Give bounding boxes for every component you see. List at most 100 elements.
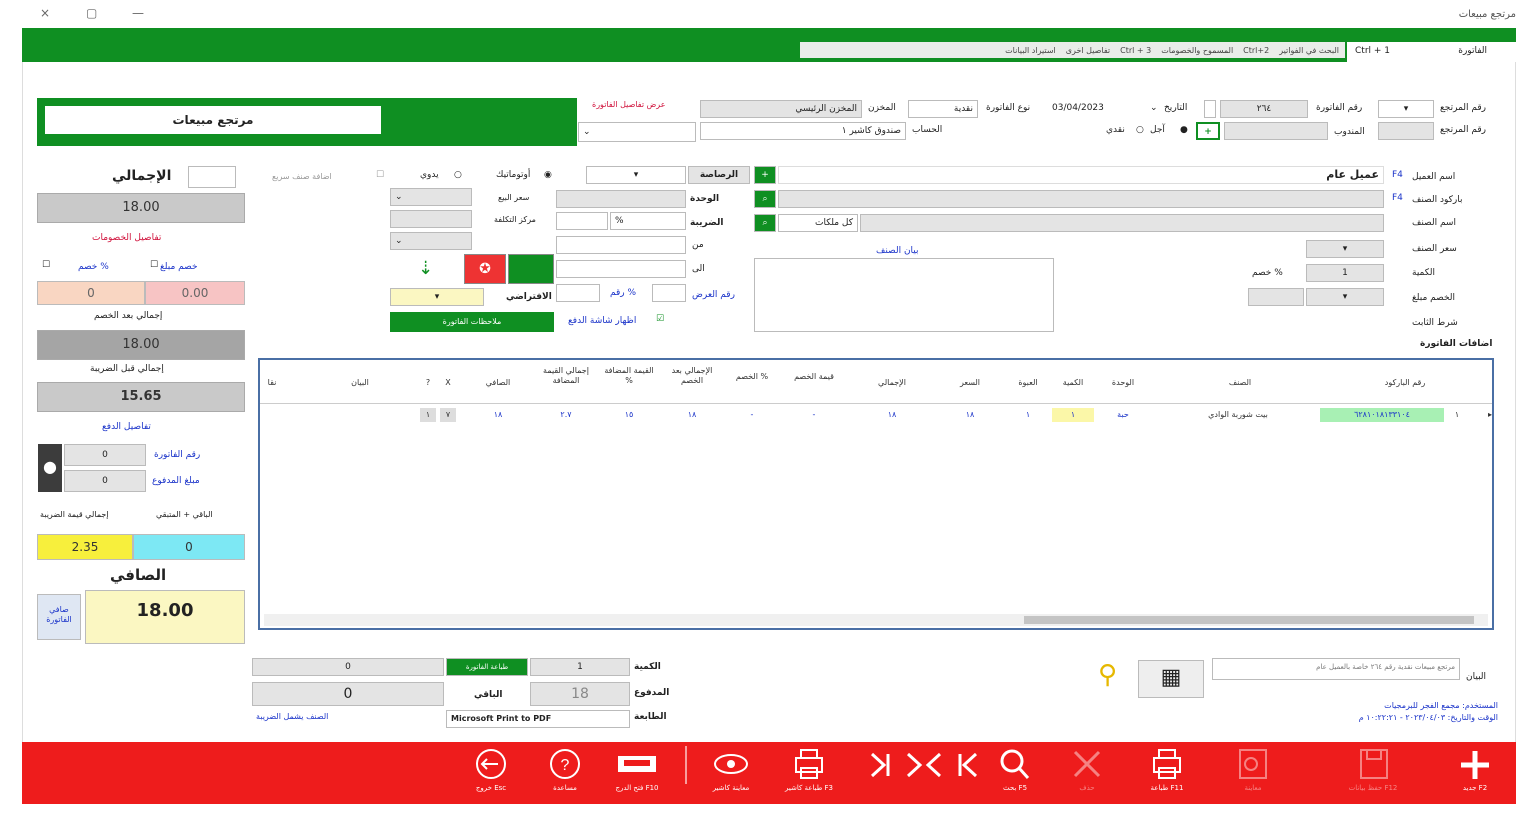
paid-no-field[interactable]: 0: [64, 444, 146, 466]
col-desc[interactable]: البيان: [310, 378, 410, 388]
items-grid[interactable]: رقم الباركود الصنف الوحدة الكمية العبوة …: [258, 358, 1494, 630]
tax-details-link[interactable]: الصنف يشمل الضريبة: [256, 712, 328, 721]
printer-select[interactable]: Microsoft Print to PDF: [446, 710, 630, 728]
cell-disc-value[interactable]: -: [784, 408, 844, 422]
paperclip-icon[interactable]: ⚲: [1098, 660, 1117, 690]
remain-field[interactable]: 0: [252, 682, 444, 706]
col-total[interactable]: الإجمالي: [852, 378, 932, 388]
search-button[interactable]: بحث F5: [980, 746, 1050, 800]
col-pack[interactable]: العبوة: [1008, 378, 1048, 388]
cell-disc-pct[interactable]: -: [726, 408, 778, 422]
cell-qty[interactable]: ١: [1052, 408, 1094, 422]
show-payment-checkbox[interactable]: ☑: [656, 314, 664, 324]
cell-net[interactable]: ١٨: [466, 408, 530, 422]
cell-pack[interactable]: ١: [1008, 408, 1048, 422]
invoice-details-link[interactable]: عرض تفاصيل الفاتورة: [592, 100, 665, 109]
cell-after-disc[interactable]: ١٨: [662, 408, 722, 422]
sale-price-field[interactable]: [556, 190, 686, 208]
discount-pct-entry-field[interactable]: [1248, 288, 1304, 306]
tax-combo[interactable]: كل ملكات: [778, 214, 858, 232]
paid-field[interactable]: 18: [530, 682, 630, 706]
col-after-disc[interactable]: الإجمالي بعد الخصم: [662, 366, 722, 386]
banner-select[interactable]: ⌄: [578, 122, 696, 142]
cashier-preview-button[interactable]: معاينة كاشير: [696, 746, 766, 800]
cell-total[interactable]: ١٨: [852, 408, 932, 422]
client-f-key[interactable]: F4: [1392, 170, 1403, 180]
grid-scroll-thumb[interactable]: [1024, 616, 1474, 624]
menu-item-shortcut-3[interactable]: Ctrl + 3: [1120, 46, 1151, 55]
first-button[interactable]: [948, 746, 988, 800]
help-button[interactable]: ? مساعدة: [530, 746, 600, 800]
third-select[interactable]: ⌄: [390, 232, 472, 250]
menu-item-shortcut-2[interactable]: Ctrl+2: [1243, 46, 1269, 55]
prev-button[interactable]: [896, 746, 930, 800]
exit-button[interactable]: خروج Esc: [456, 746, 526, 800]
cell-info-icon[interactable]: ١: [420, 408, 436, 422]
preview-button[interactable]: معاينة: [1218, 746, 1288, 800]
cell-item[interactable]: بيت شوربة الوادي: [1160, 408, 1316, 422]
print-cashier-button[interactable]: طباعة كاشير F3: [774, 746, 844, 800]
date-checkbox[interactable]: [1204, 100, 1216, 118]
col-unit[interactable]: الوحدة: [1098, 378, 1148, 388]
col-item[interactable]: الصنف: [1160, 378, 1320, 388]
add-line-button[interactable]: [508, 254, 554, 284]
paid-amount-field[interactable]: 0: [64, 470, 146, 492]
new-button[interactable]: جديد F2: [1440, 746, 1510, 800]
add-item-checkbox[interactable]: ☐: [376, 170, 384, 180]
tax-pct-field[interactable]: %: [610, 212, 686, 230]
col-net[interactable]: الصافي: [466, 378, 530, 388]
to-field[interactable]: [556, 260, 686, 278]
discount-amount-field[interactable]: 0.00: [145, 281, 245, 305]
barcode-f-key[interactable]: F4: [1392, 193, 1403, 203]
open-drawer-button[interactable]: فتح الدرج F10: [602, 746, 672, 800]
item-name-field[interactable]: [860, 214, 1384, 232]
print-invoice-button[interactable]: طباعة الفاتورة: [446, 658, 528, 676]
item-desc-link[interactable]: بيان الصنف: [876, 246, 919, 256]
grid-scrollbar[interactable]: [264, 614, 1488, 626]
arrow-down-icon[interactable]: ⇣: [418, 258, 433, 279]
col-x[interactable]: X: [440, 378, 456, 388]
sale-price-select[interactable]: ⌄: [390, 188, 472, 206]
auto-radio[interactable]: ◉: [544, 170, 552, 180]
discount-amount-checkbox[interactable]: ☐: [150, 260, 158, 270]
delete-button[interactable]: حذف: [1052, 746, 1122, 800]
menu-item-other-details[interactable]: تفاصيل اخرى: [1066, 46, 1110, 55]
col-qty[interactable]: الكمية: [1052, 378, 1094, 388]
credit-radio[interactable]: ●: [1180, 125, 1188, 135]
barcode-search-icon[interactable]: ⌕: [754, 190, 776, 208]
invoice-no-field[interactable]: ٢٦٤: [1220, 100, 1308, 118]
manual-radio[interactable]: ○: [454, 170, 462, 180]
bottom-qty-left-field[interactable]: 0: [252, 658, 444, 676]
tab-invoice[interactable]: Ctrl + 1 الفاتورة: [1347, 42, 1517, 62]
col-disc-value[interactable]: قيمة الخصم: [784, 372, 844, 382]
col-q[interactable]: ?: [420, 378, 436, 388]
col-price[interactable]: السعر: [940, 378, 1000, 388]
total-small-field[interactable]: [188, 166, 236, 188]
minimize-icon[interactable]: —: [132, 6, 144, 20]
col-disc-pct[interactable]: الخصم %: [726, 372, 778, 382]
table-row[interactable]: ▸ ١ ٦٢٨١٠١٨١٣٣١٠٤ بيت شوربة الوادي حبة ١…: [260, 406, 1492, 424]
sale-center-select[interactable]: [390, 210, 472, 228]
client-name-field[interactable]: عميل عام: [778, 166, 1384, 184]
discount-pct-field[interactable]: 0: [37, 281, 145, 305]
cell-price[interactable]: ١٨: [940, 408, 1000, 422]
cell-vat-pct[interactable]: ١٥: [600, 408, 658, 422]
col-vat-pct[interactable]: القيمة المضافة %: [600, 366, 658, 386]
store-select[interactable]: المخزن الرئيسي: [700, 100, 862, 118]
qty-field[interactable]: 1: [1306, 264, 1384, 282]
client-add-button[interactable]: +: [754, 166, 776, 184]
unit-select[interactable]: ▾: [586, 166, 686, 184]
print-button[interactable]: طباعة F11: [1132, 746, 1202, 800]
tax-value-field[interactable]: [556, 212, 608, 230]
save-button[interactable]: حفظ بيانات F12: [1328, 746, 1418, 800]
col-vat-total[interactable]: إجمالي القيمة المضافة: [536, 366, 596, 386]
notes-field[interactable]: مرتجع مبيعات نقدية رقم ٢٦٤ خاصة بالعميل …: [1212, 658, 1460, 680]
pay-toggle-button[interactable]: ●: [38, 444, 62, 492]
menu-item-import[interactable]: استيراد البيانات: [1005, 46, 1056, 55]
serial-small-field[interactable]: [556, 284, 600, 302]
from-field[interactable]: [556, 236, 686, 254]
favorite-icon[interactable]: ✪: [464, 254, 506, 284]
item-search-icon[interactable]: ⌕: [754, 214, 776, 232]
return-no2-field[interactable]: [1378, 122, 1434, 140]
maximize-icon[interactable]: ▢: [86, 6, 97, 20]
